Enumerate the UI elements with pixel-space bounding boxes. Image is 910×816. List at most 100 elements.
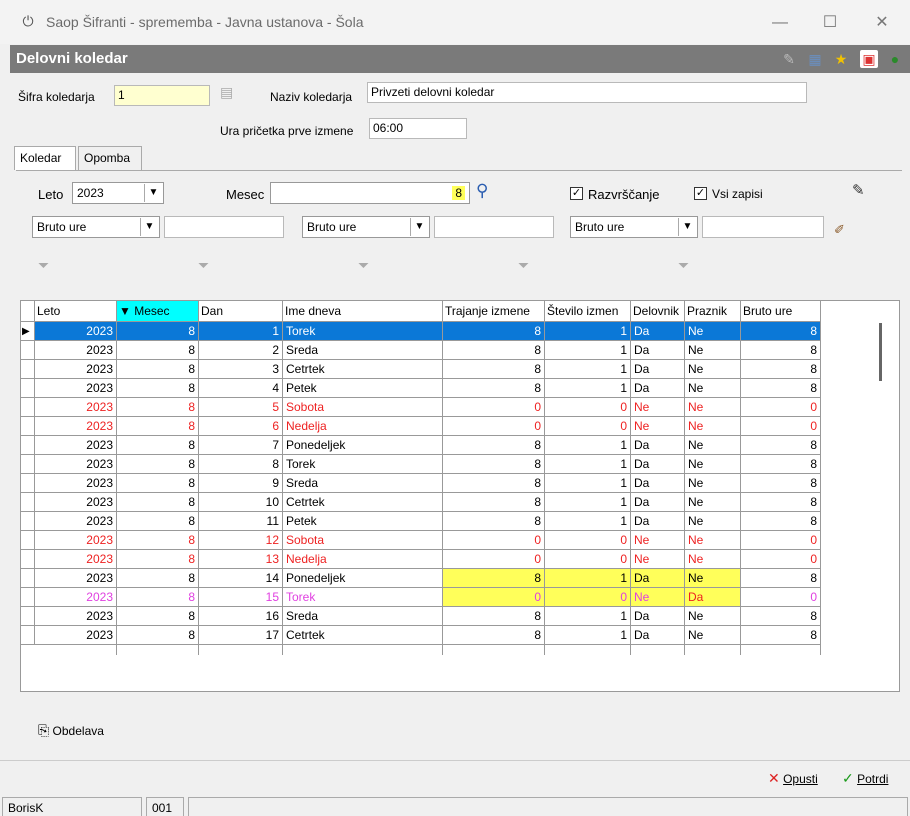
table-cell[interactable]: 1 bbox=[545, 569, 631, 588]
edit-filter-icon[interactable]: ✎ bbox=[852, 181, 865, 199]
filter-icon[interactable]: ⏷ bbox=[38, 257, 52, 273]
table-cell[interactable]: 8 bbox=[443, 569, 545, 588]
table-cell[interactable]: 2023 bbox=[35, 493, 117, 512]
chevron-down-icon[interactable]: ▼ bbox=[140, 218, 158, 236]
table-cell[interactable]: Ponedeljek bbox=[283, 569, 443, 588]
table-cell[interactable]: Ne bbox=[685, 626, 741, 645]
table-cell[interactable]: 3 bbox=[199, 360, 283, 379]
table-cell[interactable]: Sobota bbox=[283, 531, 443, 550]
table-cell[interactable]: 8 bbox=[443, 360, 545, 379]
table-cell[interactable]: Ponedeljek bbox=[283, 436, 443, 455]
table-cell[interactable]: 2023 bbox=[35, 569, 117, 588]
column-header[interactable]: Ime dneva bbox=[283, 301, 443, 322]
table-cell[interactable]: 8 bbox=[117, 436, 199, 455]
table-cell[interactable]: Torek bbox=[283, 588, 443, 607]
table-cell[interactable]: Ne bbox=[685, 417, 741, 436]
sifra-field[interactable]: 1 bbox=[114, 85, 210, 106]
table-cell[interactable]: 8 bbox=[443, 626, 545, 645]
table-cell[interactable]: 8 bbox=[741, 455, 821, 474]
table-cell[interactable]: 8 bbox=[117, 569, 199, 588]
table-cell[interactable]: Ne bbox=[631, 550, 685, 569]
table-row[interactable]: 2023 8 10 Cetrtek 8 1 Da Ne 8 bbox=[21, 493, 821, 512]
table-cell[interactable]: 8 bbox=[741, 341, 821, 360]
leto-combo[interactable]: 2023 ▼ bbox=[72, 182, 164, 204]
column-header[interactable]: Delovnik bbox=[631, 301, 685, 322]
minimize-button[interactable]: — bbox=[760, 10, 800, 36]
edit-icon[interactable]: ✎ bbox=[780, 50, 798, 68]
table-cell[interactable]: 2023 bbox=[35, 512, 117, 531]
grid-icon[interactable]: ▦ bbox=[806, 50, 824, 68]
potrdi-button[interactable]: ✓ Potrdi bbox=[842, 770, 888, 787]
table-cell[interactable]: Ne bbox=[631, 531, 685, 550]
mesec-field[interactable]: 8 bbox=[270, 182, 470, 204]
table-row[interactable]: 2023 8 9 Sreda 8 1 Da Ne 8 bbox=[21, 474, 821, 493]
table-cell[interactable]: Ne bbox=[685, 379, 741, 398]
chevron-down-icon[interactable]: ▼ bbox=[410, 218, 428, 236]
table-cell[interactable]: 8 bbox=[117, 550, 199, 569]
table-cell[interactable]: 8 bbox=[741, 512, 821, 531]
table-cell[interactable]: 0 bbox=[741, 398, 821, 417]
table-cell[interactable]: Ne bbox=[685, 607, 741, 626]
table-cell[interactable]: Ne bbox=[685, 322, 741, 341]
table-cell[interactable]: Sreda bbox=[283, 607, 443, 626]
table-cell[interactable]: 8 bbox=[443, 455, 545, 474]
table-cell[interactable]: Nedelja bbox=[283, 550, 443, 569]
table-cell[interactable]: 0 bbox=[545, 588, 631, 607]
table-cell[interactable]: Da bbox=[631, 379, 685, 398]
table-cell[interactable]: 8 bbox=[443, 493, 545, 512]
table-cell[interactable]: 16 bbox=[199, 607, 283, 626]
table-cell[interactable]: Da bbox=[631, 322, 685, 341]
table-cell[interactable]: 7 bbox=[199, 436, 283, 455]
table-cell[interactable]: 0 bbox=[545, 417, 631, 436]
table-cell[interactable]: 6 bbox=[199, 417, 283, 436]
table-row[interactable]: 2023 8 11 Petek 8 1 Da Ne 8 bbox=[21, 512, 821, 531]
table-cell[interactable]: 2023 bbox=[35, 322, 117, 341]
table-cell[interactable]: 2023 bbox=[35, 550, 117, 569]
table-cell[interactable]: Ne bbox=[685, 512, 741, 531]
column-header[interactable]: Dan bbox=[199, 301, 283, 322]
table-cell[interactable]: 8 bbox=[117, 512, 199, 531]
table-cell[interactable]: 8 bbox=[117, 607, 199, 626]
table-cell[interactable]: 8 bbox=[117, 360, 199, 379]
table-row[interactable]: 2023 8 7 Ponedeljek 8 1 Da Ne 8 bbox=[21, 436, 821, 455]
razvrscanje-checkbox[interactable]: ✓ bbox=[570, 187, 583, 200]
table-cell[interactable]: 8 bbox=[117, 588, 199, 607]
table-row[interactable]: ▶ 2023 8 1 Torek 8 1 Da Ne 8 bbox=[21, 322, 821, 341]
table-cell[interactable]: 8 bbox=[741, 360, 821, 379]
table-cell[interactable]: 0 bbox=[741, 531, 821, 550]
table-cell[interactable]: 0 bbox=[443, 550, 545, 569]
table-cell[interactable]: Da bbox=[631, 512, 685, 531]
bruto-input-3[interactable] bbox=[702, 216, 824, 238]
table-cell[interactable]: 8 bbox=[117, 341, 199, 360]
table-cell[interactable]: 8 bbox=[443, 379, 545, 398]
filter-icon[interactable]: ⏷ bbox=[198, 257, 212, 273]
table-cell[interactable]: 8 bbox=[117, 322, 199, 341]
table-cell[interactable]: Da bbox=[631, 569, 685, 588]
table-cell[interactable]: Sobota bbox=[283, 398, 443, 417]
table-cell[interactable]: 0 bbox=[741, 550, 821, 569]
calendar-grid[interactable]: Leto ▼ Mesec Dan Ime dneva Trajanje izmene Št… bbox=[20, 300, 900, 692]
table-cell[interactable]: 8 bbox=[741, 436, 821, 455]
table-cell[interactable]: 2023 bbox=[35, 474, 117, 493]
table-row[interactable]: 2023 8 6 Nedelja 0 0 Ne Ne 0 bbox=[21, 417, 821, 436]
filter-icon[interactable]: ⏷ bbox=[518, 257, 532, 273]
table-cell[interactable]: 8 bbox=[741, 626, 821, 645]
filter-icon[interactable]: ⏷ bbox=[358, 257, 372, 273]
table-row[interactable]: 2023 8 8 Torek 8 1 Da Ne 8 bbox=[21, 455, 821, 474]
table-cell[interactable]: 1 bbox=[545, 341, 631, 360]
table-cell[interactable]: 2023 bbox=[35, 588, 117, 607]
table-cell[interactable]: 1 bbox=[545, 512, 631, 531]
table-cell[interactable]: Ne bbox=[631, 417, 685, 436]
table-cell[interactable]: 9 bbox=[199, 474, 283, 493]
table-cell[interactable]: 0 bbox=[443, 398, 545, 417]
table-cell[interactable]: 2023 bbox=[35, 626, 117, 645]
table-cell[interactable]: Da bbox=[631, 607, 685, 626]
table-cell[interactable]: 4 bbox=[199, 379, 283, 398]
table-cell[interactable]: Da bbox=[631, 436, 685, 455]
scrollbar-thumb[interactable] bbox=[879, 323, 882, 381]
table-cell[interactable]: 8 bbox=[117, 626, 199, 645]
table-cell[interactable]: 8 bbox=[117, 531, 199, 550]
table-cell[interactable]: 5 bbox=[199, 398, 283, 417]
table-cell[interactable]: Da bbox=[631, 455, 685, 474]
table-cell[interactable]: 8 bbox=[741, 474, 821, 493]
